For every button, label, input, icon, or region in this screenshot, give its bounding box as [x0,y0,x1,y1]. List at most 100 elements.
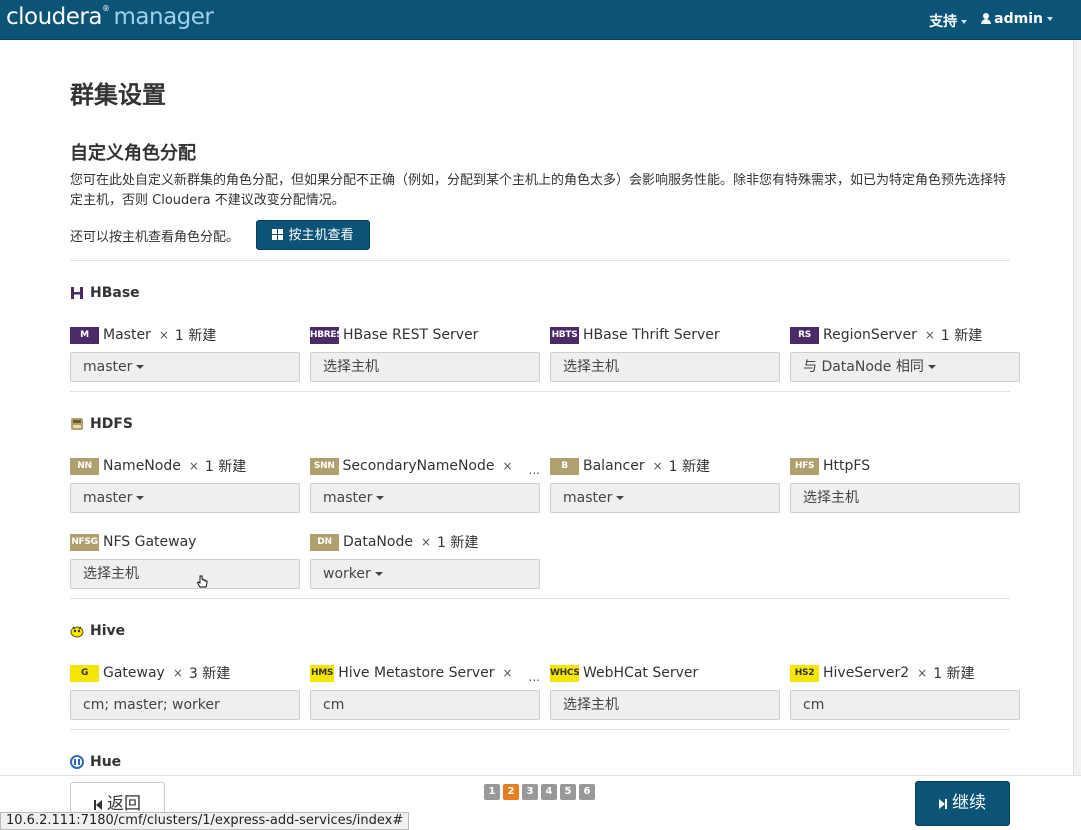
service-header-hive: Hive [70,623,125,639]
page-scrollbar[interactable] [1073,40,1081,775]
role-name: Hive Metastore Server [338,665,495,681]
role-name: HBase REST Server [343,327,479,343]
host-select[interactable]: 选择主机 [310,352,540,382]
role-badge: SNN [310,457,339,475]
divider [70,260,1010,261]
remove-role-icon[interactable]: × [653,459,663,473]
back-label: 返回 [107,794,141,814]
role-hbase-regionserver: RS RegionServer × 1 新建 与 DataNode 相同 [790,325,1020,382]
role-name: HBase Thrift Server [583,327,720,343]
remove-role-icon[interactable]: × [421,535,431,549]
user-menu[interactable]: admin [981,11,1053,31]
role-hive-gateway: G Gateway × 3 新建 cm; master; worker [70,663,300,720]
remove-role-icon[interactable]: × [173,666,183,680]
chevron-down-icon [927,365,936,369]
cloudera-manager-logo[interactable]: cloudera® manager [6,4,214,30]
step-4[interactable]: 4 [541,784,557,800]
host-select-value: master [83,490,133,506]
role-count: 1 新建 [668,459,711,475]
host-select[interactable]: cm; master; worker [70,690,300,720]
role-name: Balancer [583,458,645,474]
role-badge: HMS [310,664,335,682]
host-select-value: 选择主机 [563,697,619,713]
user-icon [981,13,992,24]
step-1[interactable]: 1 [484,784,500,800]
grid-icon [272,229,284,240]
chevron-down-icon [374,572,383,576]
chevron-down-icon [1047,17,1053,21]
hive-icon [70,626,84,638]
host-select[interactable]: worker [310,559,540,589]
role-badge: HS2 [790,664,819,682]
role-badge: M [70,326,99,344]
host-select[interactable]: 选择主机 [790,483,1020,513]
host-select-value: 选择主机 [563,359,619,375]
role-name: WebHCat Server [583,665,699,681]
host-select-value: master [323,490,373,506]
role-hive-metastore-server: HMS Hive Metastore Server ×... cm [310,663,540,720]
step-5[interactable]: 5 [560,784,576,800]
host-select[interactable]: cm [790,690,1020,720]
role-badge: RS [790,326,819,344]
continue-button[interactable]: 继续 [915,781,1010,826]
role-hdfs-balancer: B Balancer × 1 新建 master [550,456,780,513]
support-menu[interactable]: 支持 [929,11,968,31]
host-select[interactable]: master [550,483,780,513]
service-name: HBase [90,285,140,301]
chevron-down-icon [376,496,385,500]
service-header-hue: Hue [70,754,121,770]
remove-role-icon[interactable]: × [502,459,512,473]
role-badge: DN [310,533,339,551]
hue-icon [70,755,84,769]
host-select-value: 选择主机 [323,359,379,375]
host-select-value: worker [323,566,371,582]
role-badge: NFSG [70,533,99,551]
remove-role-icon[interactable]: × [502,666,512,680]
step-3[interactable]: 3 [522,784,538,800]
role-hdfs-nfs-gateway: NFSG NFS Gateway 选择主机 [70,532,300,589]
view-by-host-label: 按主机查看 [288,228,354,243]
host-select[interactable]: master [70,352,300,382]
role-name: DataNode [343,534,413,550]
role-name: RegionServer [823,327,917,343]
role-name: HiveServer2 [823,665,910,681]
role-name: NameNode [103,458,181,474]
role-count: 1 新建 [933,666,975,682]
logo-registered-mark: ® [102,4,110,13]
host-select-value: 选择主机 [803,490,859,506]
role-count: 1 新建 [940,328,983,344]
role-name: HttpFS [823,458,871,474]
remove-role-icon[interactable]: × [917,666,927,680]
host-select[interactable]: 选择主机 [70,559,300,589]
role-hdfs-httpfs: HFS HttpFS 选择主机 [790,456,1020,513]
step-2-current[interactable]: 2 [503,784,519,800]
remove-role-icon[interactable]: × [189,459,199,473]
role-name: SecondaryNameNode [342,458,495,474]
host-select-value: 选择主机 [83,566,139,582]
support-label: 支持 [929,14,958,30]
remove-role-icon[interactable]: × [159,328,169,342]
view-by-host-button[interactable]: 按主机查看 [256,220,370,250]
service-name: Hue [90,754,122,770]
user-label: admin [994,11,1043,27]
role-badge: NN [70,457,99,475]
host-select[interactable]: 选择主机 [550,690,780,720]
host-select[interactable]: master [310,483,540,513]
role-count: 1 新建 [204,459,247,475]
role-name: Gateway [103,665,165,681]
host-select[interactable]: cm [310,690,540,720]
role-hbase-rest-server: HBRESTHBase REST Server 选择主机 [310,325,540,382]
service-name: Hive [90,623,126,639]
host-select[interactable]: master [70,483,300,513]
role-badge: HFS [790,457,819,475]
service-header-hdfs: HDFS [70,416,133,432]
role-hbase-master: M Master × 1 新建 master [70,325,300,382]
role-badge: G [70,664,99,682]
remove-role-icon[interactable]: × [925,328,935,342]
role-hive-webhcat-server: WHCS WebHCat Server 选择主机 [550,663,780,720]
hostview-hint: 还可以按主机查看角色分配。 [70,230,240,245]
host-select[interactable]: 与 DataNode 相同 [790,352,1020,382]
host-select[interactable]: 选择主机 [550,352,780,382]
step-6[interactable]: 6 [579,784,595,800]
role-badge: HBTS [550,326,579,344]
